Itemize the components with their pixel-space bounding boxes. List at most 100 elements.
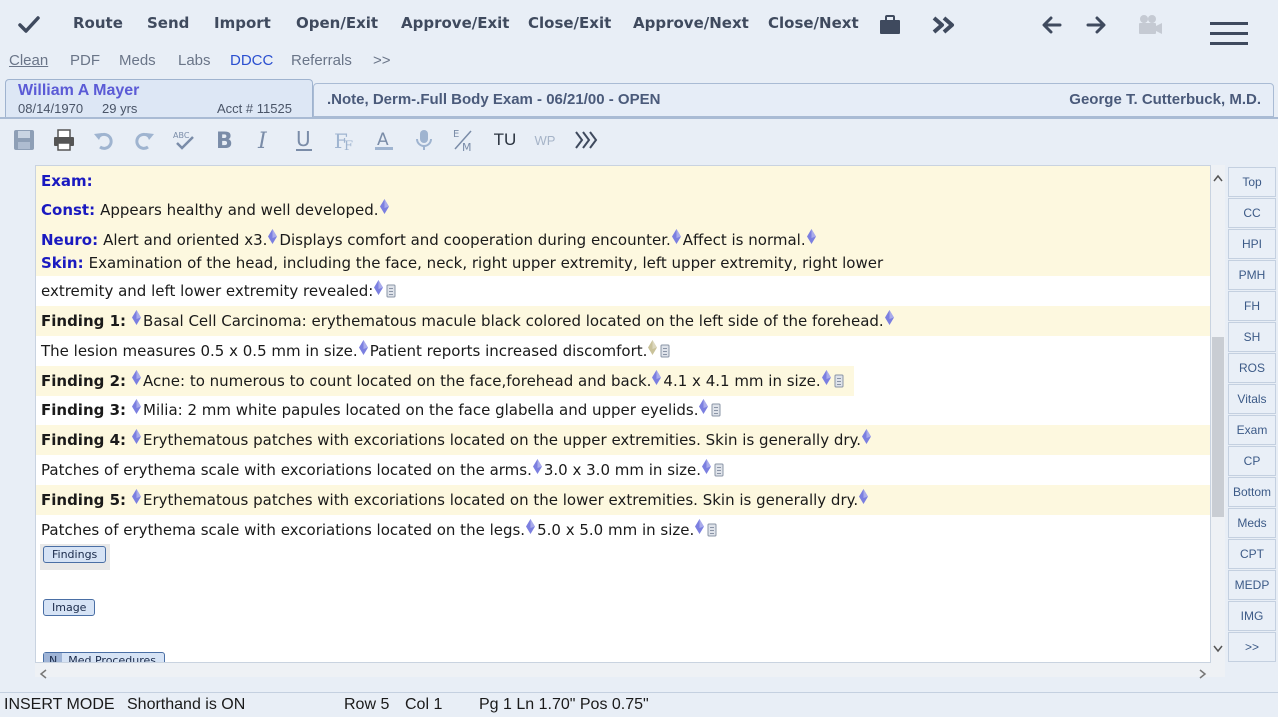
vertical-scroll-thumb[interactable] <box>1212 337 1224 517</box>
scroll-down-icon[interactable] <box>1213 640 1223 658</box>
wp-button[interactable]: WP <box>529 124 561 156</box>
finding-2-line: Finding 2: Acne: to numerous to count lo… <box>36 366 854 396</box>
section-nav-exam[interactable]: Exam <box>1228 415 1276 445</box>
video-camera-icon <box>1137 12 1163 38</box>
med-procedures-button[interactable]: N Med Procedures <box>43 652 165 662</box>
section-nav-more[interactable]: >> <box>1228 632 1276 662</box>
diamond-marker-icon[interactable] <box>358 339 368 355</box>
vertical-scrollbar[interactable] <box>1211 165 1225 663</box>
checkmark-icon[interactable] <box>16 12 42 38</box>
nav-meds[interactable]: Meds <box>119 52 156 69</box>
diamond-marker-icon[interactable] <box>695 518 705 534</box>
section-nav-meds[interactable]: Meds <box>1228 508 1276 538</box>
nav-pdf[interactable]: PDF <box>70 52 100 69</box>
import-button[interactable]: Import <box>214 14 271 32</box>
note-clip-icon[interactable] <box>707 523 717 537</box>
note-tab[interactable]: .Note, Derm-.Full Body Exam - 06/21/00 -… <box>313 83 1274 117</box>
image-button[interactable]: Image <box>43 599 96 616</box>
diamond-marker-icon[interactable] <box>652 369 662 385</box>
diamond-marker-icon[interactable] <box>379 198 389 214</box>
scroll-right-icon[interactable] <box>1199 666 1207 684</box>
diamond-marker-icon[interactable] <box>132 309 142 325</box>
section-nav-cpt[interactable]: CPT <box>1228 539 1276 569</box>
scroll-up-icon[interactable] <box>1213 169 1223 187</box>
diamond-marker-icon[interactable] <box>702 458 712 474</box>
microphone-icon[interactable] <box>408 124 440 156</box>
horizontal-scrollbar[interactable] <box>35 663 1225 679</box>
section-nav-cc[interactable]: CC <box>1228 198 1276 228</box>
finding-4-label: Finding 4: <box>41 431 127 449</box>
note-clip-icon[interactable] <box>660 344 670 358</box>
font-icon[interactable]: FF <box>328 124 360 156</box>
em-icon[interactable]: EM <box>448 124 480 156</box>
findings-button[interactable]: Findings <box>43 546 107 563</box>
diamond-marker-icon[interactable] <box>526 518 536 534</box>
finding-3-label: Finding 3: <box>41 401 127 419</box>
underline-icon[interactable]: U <box>288 124 320 156</box>
section-nav-pmh[interactable]: PMH <box>1228 260 1276 290</box>
diamond-marker-icon[interactable] <box>132 428 142 444</box>
note-clip-icon[interactable] <box>714 463 724 477</box>
close-next-button[interactable]: Close/Next <box>768 14 859 32</box>
diamond-marker-icon[interactable] <box>374 279 384 295</box>
tu-button[interactable]: TU <box>489 124 521 156</box>
finding-4-text-2: Patches of erythema scale with excoriati… <box>41 461 532 479</box>
chevrons-right-icon[interactable] <box>570 124 602 156</box>
approve-exit-button[interactable]: Approve/Exit <box>401 14 509 32</box>
diamond-marker-icon[interactable] <box>132 369 142 385</box>
note-editor[interactable]: Exam: Const: Appears healthy and well de… <box>35 165 1211 663</box>
section-nav-sh[interactable]: SH <box>1228 322 1276 352</box>
patient-tab[interactable]: William A Mayer 08/14/1970 29 yrs Acct #… <box>5 79 313 119</box>
note-clip-icon[interactable] <box>386 284 396 298</box>
section-nav-ros[interactable]: ROS <box>1228 353 1276 383</box>
scroll-left-icon[interactable] <box>39 666 47 684</box>
provider-name: George T. Cutterbuck, M.D. <box>1069 91 1261 108</box>
fast-forward-icon[interactable] <box>931 12 957 38</box>
diamond-marker-icon[interactable] <box>132 488 142 504</box>
route-button[interactable]: Route <box>73 14 123 32</box>
note-clip-icon[interactable] <box>834 374 844 388</box>
bold-icon[interactable]: B <box>208 124 240 156</box>
section-nav-vitals[interactable]: Vitals <box>1228 384 1276 414</box>
diamond-marker-icon[interactable] <box>806 228 816 244</box>
diamond-marker-icon[interactable] <box>671 228 681 244</box>
section-nav-bottom[interactable]: Bottom <box>1228 477 1276 507</box>
nav-referrals[interactable]: Referrals <box>291 52 352 69</box>
save-icon[interactable] <box>8 124 40 156</box>
diamond-marker-icon[interactable] <box>532 458 542 474</box>
close-exit-button[interactable]: Close/Exit <box>528 14 611 32</box>
forward-arrow-icon[interactable] <box>1083 12 1109 38</box>
note-clip-icon[interactable] <box>711 403 721 417</box>
nav-clean[interactable]: Clean <box>9 52 48 69</box>
send-button[interactable]: Send <box>147 14 189 32</box>
undo-icon[interactable] <box>88 124 120 156</box>
open-exit-button[interactable]: Open/Exit <box>296 14 378 32</box>
diamond-marker-icon[interactable] <box>268 228 278 244</box>
nav-ddcc[interactable]: DDCC <box>230 52 273 69</box>
back-arrow-icon[interactable] <box>1039 12 1065 38</box>
section-nav-top[interactable]: Top <box>1228 167 1276 197</box>
hamburger-menu-icon[interactable] <box>1210 20 1248 46</box>
section-nav-fh[interactable]: FH <box>1228 291 1276 321</box>
section-nav-medp[interactable]: MEDP <box>1228 570 1276 600</box>
approve-next-button[interactable]: Approve/Next <box>633 14 749 32</box>
diamond-marker-icon[interactable] <box>859 488 869 504</box>
diamond-marker-icon[interactable] <box>884 309 894 325</box>
section-nav-cp[interactable]: CP <box>1228 446 1276 476</box>
italic-icon[interactable]: I <box>248 124 280 156</box>
diamond-marker-icon[interactable] <box>132 398 142 414</box>
redo-icon[interactable] <box>128 124 160 156</box>
print-icon[interactable] <box>48 124 80 156</box>
diamond-marker-icon[interactable] <box>862 428 872 444</box>
insert-mode-status: INSERT MODE <box>4 696 115 713</box>
font-color-icon[interactable]: A <box>368 124 400 156</box>
nav-more[interactable]: >> <box>373 52 391 69</box>
section-nav-img[interactable]: IMG <box>1228 601 1276 631</box>
spellcheck-icon[interactable]: ABC <box>168 124 200 156</box>
diamond-marker-icon[interactable] <box>648 339 658 355</box>
briefcase-icon[interactable] <box>877 12 903 38</box>
nav-labs[interactable]: Labs <box>178 52 211 69</box>
section-nav-hpi[interactable]: HPI <box>1228 229 1276 259</box>
diamond-marker-icon[interactable] <box>821 369 831 385</box>
diamond-marker-icon[interactable] <box>699 398 709 414</box>
